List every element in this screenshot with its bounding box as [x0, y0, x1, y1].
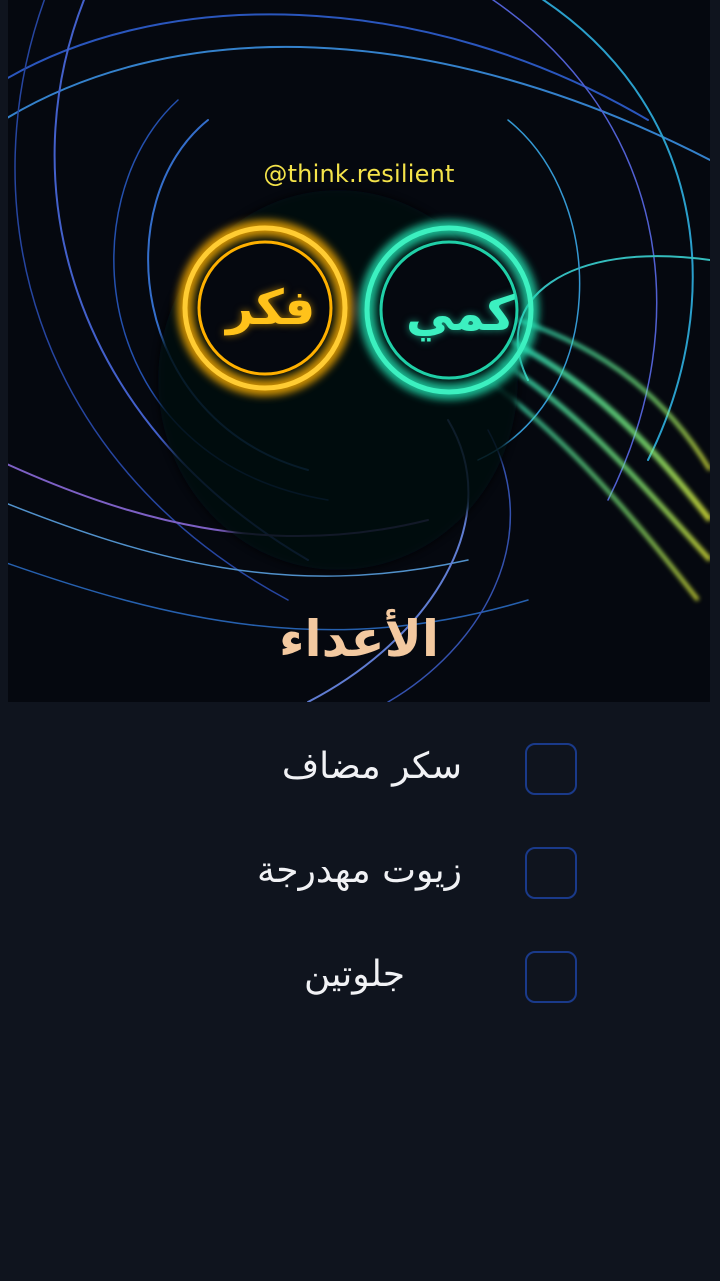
hero-image: @think.resilient فكر كمي الأعداء	[8, 0, 710, 702]
checklist-item-label: جلوتين	[303, 954, 405, 995]
logo-left-text: فكر	[226, 280, 316, 336]
checklist-item-label: زيوت مهدرجة	[256, 850, 462, 891]
checklist-item: جلوتين	[0, 948, 720, 1008]
logo-right-text: كمي	[406, 286, 515, 342]
checkbox[interactable]	[525, 951, 577, 1003]
checkbox[interactable]	[525, 743, 577, 795]
account-handle: @think.resilient	[263, 160, 455, 188]
checklist-item: زيوت مهدرجة	[0, 844, 720, 904]
checklist-item-label: سكر مضاف	[281, 746, 462, 787]
swirl-background	[8, 0, 710, 702]
checkbox[interactable]	[525, 847, 577, 899]
page-title: الأعداء	[278, 610, 440, 668]
checklist-item: سكر مضاف	[0, 740, 720, 800]
